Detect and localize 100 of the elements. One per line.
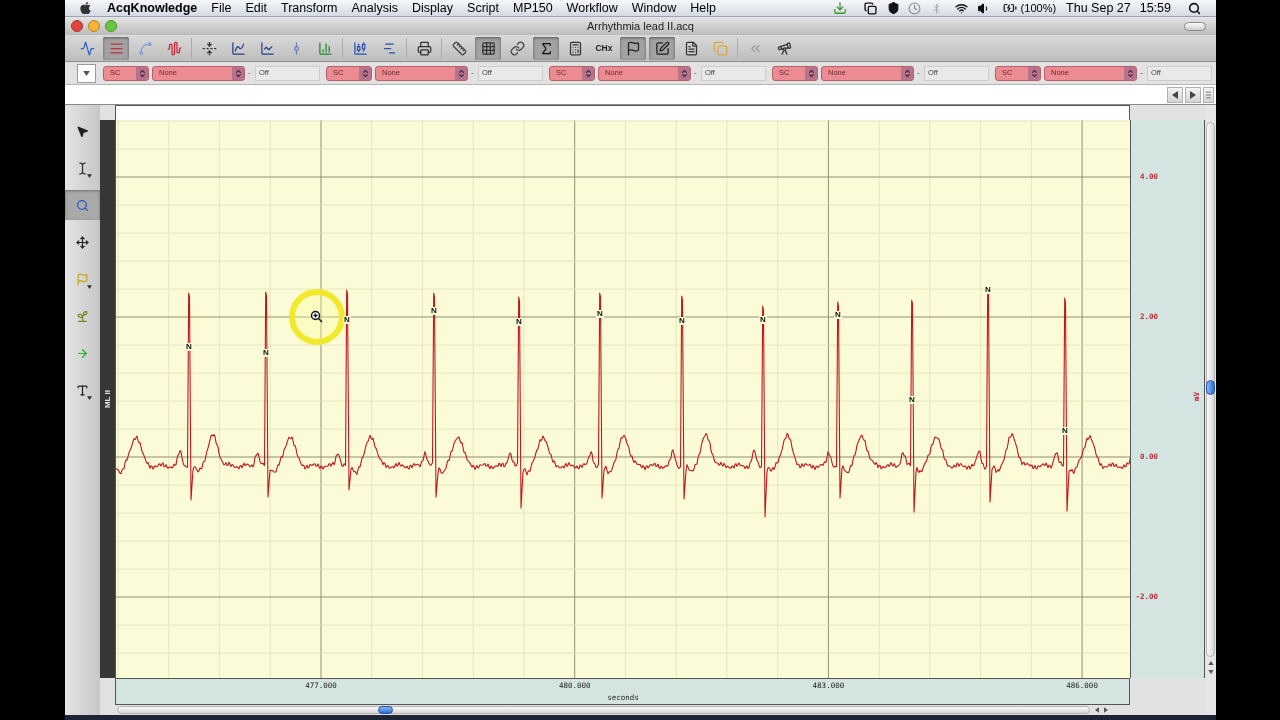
right-triangle-icon: [1190, 90, 1196, 99]
menu-item[interactable]: File: [211, 1, 232, 15]
apple-icon[interactable]: [79, 1, 92, 15]
ruler-icon: [451, 40, 467, 56]
toolbar-button[interactable]: [533, 36, 559, 60]
beat-label: N: [515, 318, 523, 326]
waveform-icon: [166, 40, 182, 56]
copy-icon: [712, 40, 728, 56]
updown-chevron-icon: [1029, 67, 1039, 79]
line-chart-icon: [259, 40, 275, 56]
updown-chevron-icon: [137, 67, 147, 79]
text-icon: [76, 383, 89, 397]
updown-chevron-icon: [902, 67, 912, 79]
menu-date[interactable]: Thu Sep 27: [1066, 1, 1131, 15]
left-triangle-icon: [1172, 90, 1178, 99]
menu-item[interactable]: Script: [467, 1, 499, 15]
right-triangle-icon: [1103, 707, 1108, 713]
scroll-right-button[interactable]: [1101, 705, 1110, 715]
up-triangle-icon: [1207, 660, 1214, 665]
operator-label: -: [1140, 69, 1144, 77]
beat-label: N: [908, 396, 916, 404]
menu-time[interactable]: 15:59: [1139, 1, 1171, 15]
channel-menu-button[interactable]: [77, 63, 96, 83]
toolbar-button[interactable]: [649, 36, 675, 60]
wifi-icon[interactable]: [953, 1, 969, 15]
link-icon: [509, 40, 525, 56]
stacked-lines-icon: [108, 40, 124, 56]
battery-percentage: (100%): [1020, 2, 1057, 14]
updown-chevron-icon: [806, 67, 816, 79]
menu-item[interactable]: Edit: [245, 1, 267, 15]
beat-label: N: [759, 316, 767, 324]
next-button[interactable]: [1185, 86, 1201, 103]
dropdown-triangle-icon: [87, 285, 92, 289]
chart-icon: [230, 40, 246, 56]
updown-chevron-icon: [456, 67, 466, 79]
compress-arrows-icon: [201, 40, 217, 56]
download-icon[interactable]: [832, 1, 847, 15]
candlestick-icon: [352, 40, 368, 56]
telescope-icon: [776, 40, 792, 56]
beat-label: N: [430, 307, 438, 315]
previous-button[interactable]: [1167, 86, 1183, 103]
calculator-icon: [567, 40, 583, 56]
scroll-down-button[interactable]: [1206, 667, 1215, 676]
down-triangle-icon: [1207, 669, 1214, 674]
menu-item[interactable]: Analysis: [351, 1, 399, 15]
panel-toggle-button[interactable]: [1203, 86, 1214, 103]
menu-item[interactable]: MP150: [513, 1, 553, 15]
scrollbar-thumb[interactable]: [1206, 380, 1215, 395]
three-lines-icon: [1206, 90, 1211, 99]
gantt-icon: [381, 40, 397, 56]
toolbar-button[interactable]: [475, 36, 501, 60]
menu-item[interactable]: Transform: [281, 1, 338, 15]
overlapping-squares-icon[interactable]: [863, 1, 877, 15]
move-icon: [76, 235, 89, 249]
shield-icon[interactable]: [886, 1, 900, 15]
updown-chevron-icon: [679, 67, 689, 79]
beat-label: N: [185, 343, 193, 351]
sprout-icon: [76, 309, 89, 323]
pointer-icon: [76, 124, 89, 138]
menu-item[interactable]: Display: [412, 1, 454, 15]
menu-item[interactable]: Workflow: [566, 1, 618, 15]
flag-icon: [625, 40, 641, 56]
updown-chevron-icon: [1125, 67, 1135, 79]
search-icon[interactable]: [1188, 1, 1201, 15]
flag-icon: [76, 272, 89, 286]
beat-label: N: [678, 317, 686, 325]
arrow-right-icon: [76, 346, 89, 360]
beat-label: N: [1061, 427, 1069, 435]
vertical-scrollbar[interactable]: [1206, 122, 1215, 657]
menu-item[interactable]: Help: [690, 1, 716, 15]
channel-label: ML II: [103, 389, 112, 409]
close-button[interactable]: [71, 20, 83, 32]
scrollbar-thumb[interactable]: [378, 706, 393, 714]
grid-icon: [480, 40, 496, 56]
bar-chart-icon: [317, 40, 333, 56]
operator-label: -: [248, 69, 252, 77]
operator-label: -: [694, 69, 698, 77]
horizontal-scrollbar[interactable]: [117, 706, 1090, 714]
waveform-icon: [79, 40, 95, 56]
dropdown-triangle-icon: [87, 396, 92, 400]
updown-chevron-icon: [233, 67, 243, 79]
beat-label: N: [343, 316, 351, 324]
curve-icon: [137, 40, 153, 56]
toolbar-button[interactable]: CHx: [591, 36, 617, 60]
updown-chevron-icon: [583, 67, 593, 79]
toolbar-button[interactable]: [620, 36, 646, 60]
search-icon: [76, 198, 89, 212]
window-title: Arrhythmia lead II.acq: [587, 20, 694, 32]
left-triangle-icon: [1094, 707, 1099, 713]
text-cursor-icon: [76, 161, 89, 175]
menu-item[interactable]: Window: [631, 1, 677, 15]
app-name-menu[interactable]: AcqKnowledge: [107, 1, 198, 15]
toolbar-toggle-button[interactable]: [1184, 21, 1206, 31]
beat-label: N: [834, 311, 842, 319]
operator-label: -: [917, 69, 921, 77]
clock-icon[interactable]: [907, 1, 921, 15]
document-icon: [683, 40, 699, 56]
beat-label: N: [984, 286, 992, 294]
beat-label: N: [596, 310, 604, 318]
pen-square-icon: [654, 40, 670, 56]
